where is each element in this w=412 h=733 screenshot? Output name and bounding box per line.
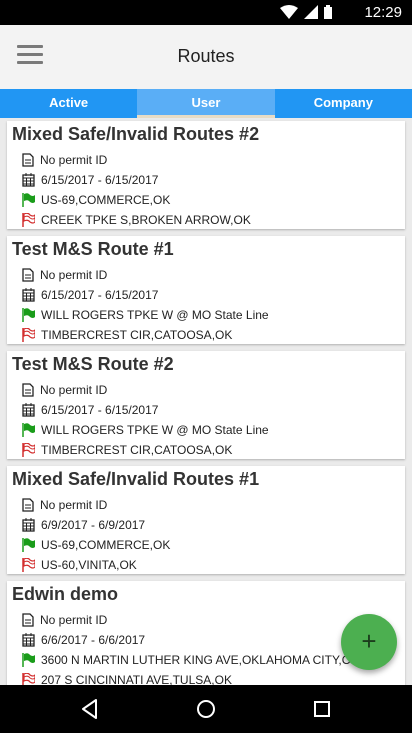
end-row: CREEK TPKE S,BROKEN ARROW,OK [22,210,251,230]
end-flag-icon [22,213,35,227]
end-row: 207 S CINCINNATI AVE,TULSA,OK [22,670,232,685]
route-end: US-60,VINITA,OK [41,558,137,572]
route-end: TIMBERCREST CIR,CATOOSA,OK [41,328,233,342]
route-end: CREEK TPKE S,BROKEN ARROW,OK [41,213,251,227]
end-row: TIMBERCREST CIR,CATOOSA,OK [22,325,232,345]
route-card[interactable]: Test M&S Route #1 No permit ID 6/15/2017… [7,236,405,344]
end-flag-icon [22,328,35,342]
document-icon [22,268,34,282]
document-icon [22,153,34,167]
route-name: Test M&S Route #2 [12,354,174,374]
route-name: Edwin demo [12,584,119,604]
start-flag-icon [22,538,35,552]
permit-row: No permit ID [22,380,107,400]
document-icon [22,498,34,512]
permit-row: No permit ID [22,265,107,285]
route-card[interactable]: Mixed Safe/Invalid Routes #2 No permit I… [7,121,405,229]
tab-user[interactable]: User [137,89,275,118]
routes-list[interactable]: Mixed Safe/Invalid Routes #2 No permit I… [0,118,412,685]
permit-row: No permit ID [22,495,107,515]
tab-active[interactable]: Active [0,89,137,118]
document-icon [22,383,34,397]
battery-icon [324,5,332,19]
calendar-icon [22,173,35,187]
document-icon [22,613,34,627]
route-end: TIMBERCREST CIR,CATOOSA,OK [41,443,233,457]
end-row: TIMBERCREST CIR,CATOOSA,OK [22,440,232,460]
permit-row: No permit ID [22,610,107,630]
route-name: Test M&S Route #1 [12,239,174,259]
permit-id: No permit ID [40,153,108,167]
route-dates: 6/15/2017 - 6/15/2017 [41,288,159,302]
wifi-icon [280,5,298,19]
page-title: Routes [177,46,235,66]
route-card[interactable]: Test M&S Route #2 No permit ID 6/15/2017… [7,351,405,459]
permit-row: No permit ID [22,150,107,170]
calendar-icon [22,633,35,647]
permit-id: No permit ID [40,268,108,282]
home-icon[interactable] [194,697,218,721]
status-icons [280,5,332,19]
permit-id: No permit ID [40,498,108,512]
permit-id: No permit ID [40,383,108,397]
dates-row: 6/15/2017 - 6/15/2017 [22,285,158,305]
tab-company[interactable]: Company [275,89,412,118]
route-start: WILL ROGERS TPKE W @ MO State Line [41,423,269,437]
end-row: US-60,VINITA,OK [22,555,137,575]
route-dates: 6/15/2017 - 6/15/2017 [41,403,159,417]
dates-row: 6/6/2017 - 6/6/2017 [22,630,145,650]
start-row: US-69,COMMERCE,OK [22,190,170,210]
end-flag-icon [22,558,35,572]
end-flag-icon [22,443,35,457]
dates-row: 6/9/2017 - 6/9/2017 [22,515,145,535]
route-start: 3600 N MARTIN LUTHER KING AVE,OKLAHOMA C… [41,653,360,667]
calendar-icon [22,518,35,532]
start-row: WILL ROGERS TPKE W @ MO State Line [22,305,269,325]
tab-bar: Active User Company [0,89,412,118]
route-card[interactable]: Mixed Safe/Invalid Routes #1 No permit I… [7,466,405,574]
app-bar: Routes [0,25,412,89]
route-dates: 6/15/2017 - 6/15/2017 [41,173,159,187]
calendar-icon [22,403,35,417]
start-row: 3600 N MARTIN LUTHER KING AVE,OKLAHOMA C… [22,650,359,670]
route-end: 207 S CINCINNATI AVE,TULSA,OK [41,673,232,685]
add-route-button[interactable]: + [341,614,397,670]
route-dates: 6/6/2017 - 6/6/2017 [41,633,146,647]
system-nav-bar [0,685,412,733]
permit-id: No permit ID [40,613,108,627]
route-name: Mixed Safe/Invalid Routes #2 [12,124,260,144]
status-bar: 12:29 [0,0,412,25]
route-start: US-69,COMMERCE,OK [41,193,171,207]
start-row: WILL ROGERS TPKE W @ MO State Line [22,420,269,440]
add-icon: + [361,626,377,656]
start-flag-icon [22,423,35,437]
signal-icon [304,5,318,19]
calendar-icon [22,288,35,302]
dates-row: 6/15/2017 - 6/15/2017 [22,400,158,420]
route-start: US-69,COMMERCE,OK [41,538,171,552]
route-start: WILL ROGERS TPKE W @ MO State Line [41,308,269,322]
start-row: US-69,COMMERCE,OK [22,535,170,555]
route-name: Mixed Safe/Invalid Routes #1 [12,469,260,489]
route-dates: 6/9/2017 - 6/9/2017 [41,518,146,532]
recent-apps-icon[interactable] [310,697,334,721]
start-flag-icon [22,193,35,207]
status-time: 12:29 [364,4,402,21]
dates-row: 6/15/2017 - 6/15/2017 [22,170,158,190]
start-flag-icon [22,653,35,667]
start-flag-icon [22,308,35,322]
back-icon[interactable] [78,697,102,721]
end-flag-icon [22,673,35,685]
